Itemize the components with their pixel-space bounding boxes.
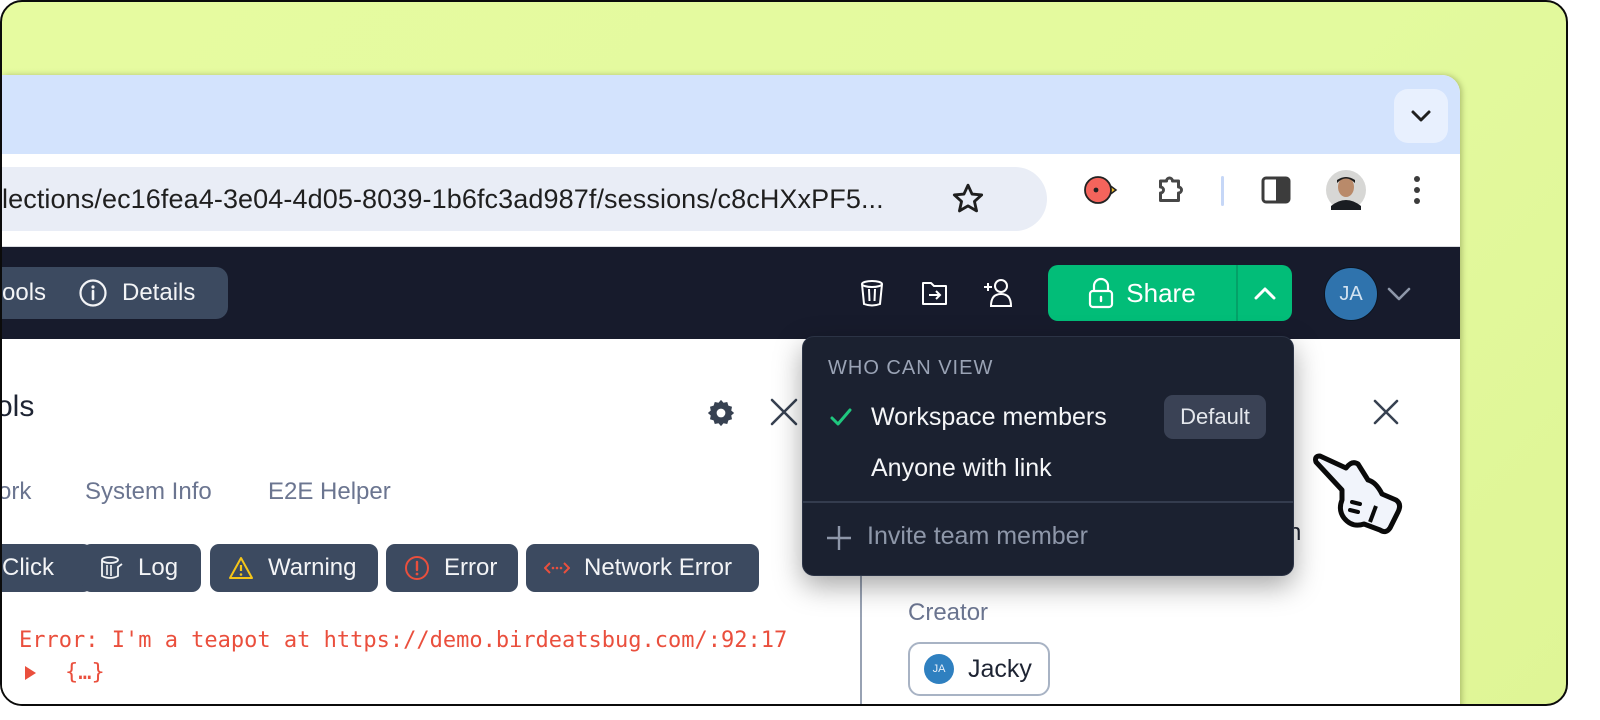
share-button-group: Share bbox=[1048, 265, 1292, 321]
tab-details[interactable]: Details bbox=[64, 267, 228, 319]
address-bar[interactable]: lections/ec16fea4-3e04-4d05-8039-1b6fc3a… bbox=[2, 167, 1047, 231]
add-collaborator-button[interactable] bbox=[982, 277, 1014, 309]
bookmark-star-icon[interactable] bbox=[950, 181, 986, 217]
default-badge: Default bbox=[1164, 395, 1266, 439]
tab-system-info[interactable]: System Info bbox=[85, 478, 212, 506]
close-devtools-icon[interactable] bbox=[768, 396, 800, 428]
filter-log-label: Log bbox=[138, 554, 179, 581]
tab-network[interactable]: ork bbox=[2, 478, 31, 506]
error-icon bbox=[405, 556, 429, 580]
bird-icon bbox=[1084, 176, 1118, 204]
invite-label: Invite team member bbox=[867, 522, 1088, 550]
filter-warning-label: Warning bbox=[268, 554, 357, 581]
side-panel-icon bbox=[1261, 176, 1291, 204]
option-label: Workspace members bbox=[871, 402, 1107, 431]
user-avatar[interactable]: JA bbox=[1324, 267, 1378, 321]
plus-icon bbox=[827, 526, 851, 550]
network-error-icon bbox=[544, 562, 570, 574]
tab-e2e-helper[interactable]: E2E Helper bbox=[268, 478, 391, 506]
log-icon bbox=[101, 556, 123, 579]
account-menu-chevron-icon[interactable] bbox=[1386, 281, 1412, 307]
invite-team-member-button[interactable]: Invite team member bbox=[803, 515, 1293, 561]
filter-network-error[interactable]: Network Error bbox=[526, 544, 759, 592]
pointer-hand-cursor-icon bbox=[1313, 453, 1403, 535]
tab-strip bbox=[2, 75, 1460, 154]
expand-triangle-icon[interactable] bbox=[23, 665, 37, 681]
close-details-icon[interactable] bbox=[1370, 396, 1402, 428]
log-object-preview: {…} bbox=[65, 660, 105, 685]
chevron-down-icon bbox=[1411, 110, 1431, 122]
tab-devtools-label: ools bbox=[2, 279, 47, 306]
user-plus-icon bbox=[984, 279, 1013, 307]
menu-heading: WHO CAN VIEW bbox=[828, 357, 994, 379]
browser-window: lections/ec16fea4-3e04-4d05-8039-1b6fc3a… bbox=[2, 75, 1460, 704]
more-vertical-icon bbox=[1414, 176, 1420, 204]
lock-icon bbox=[1089, 277, 1114, 309]
puzzle-icon bbox=[1159, 176, 1183, 202]
tab-details-label: Details bbox=[122, 279, 196, 306]
devtools-title: ols bbox=[2, 390, 35, 423]
delete-button[interactable] bbox=[856, 277, 888, 309]
side-panel-button[interactable] bbox=[1256, 170, 1296, 210]
birdeatsbug-extension-button[interactable] bbox=[1080, 170, 1120, 210]
folder-move-icon bbox=[922, 282, 947, 305]
filter-error[interactable]: Error bbox=[386, 544, 518, 592]
option-anyone-with-link[interactable]: Anyone with link bbox=[803, 445, 1293, 491]
option-label: Anyone with link bbox=[871, 453, 1052, 482]
filter-log[interactable]: Log bbox=[82, 544, 201, 592]
filter-click[interactable]: Click bbox=[2, 544, 92, 592]
screenshot-frame: lections/ec16fea4-3e04-4d05-8039-1b6fc3a… bbox=[0, 0, 1568, 706]
share-visibility-menu: WHO CAN VIEW Workspace members Default A… bbox=[802, 336, 1294, 576]
filter-warning[interactable]: Warning bbox=[210, 544, 378, 592]
profile-photo-icon bbox=[1326, 170, 1366, 210]
log-entry-error: Error: I'm a teapot at https://demo.bird… bbox=[19, 628, 788, 653]
share-label: Share bbox=[1126, 277, 1196, 308]
log-entry-object[interactable]: {…} bbox=[19, 660, 105, 685]
check-icon bbox=[830, 408, 852, 426]
tab-search-button[interactable] bbox=[1394, 89, 1448, 143]
share-options-toggle[interactable] bbox=[1238, 265, 1292, 321]
creator-name: Jacky bbox=[968, 654, 1032, 683]
url-text[interactable]: lections/ec16fea4-3e04-4d05-8039-1b6fc3a… bbox=[2, 167, 884, 231]
trash-icon bbox=[861, 280, 883, 307]
extensions-button[interactable] bbox=[1151, 170, 1191, 210]
settings-gear-icon[interactable] bbox=[706, 398, 736, 428]
browser-menu-button[interactable] bbox=[1397, 170, 1437, 210]
toolbar-divider bbox=[1221, 176, 1224, 206]
filter-error-label: Error bbox=[444, 554, 498, 581]
info-icon bbox=[79, 279, 107, 307]
devtools-panel: ols ork System Info E2E Helper Click Log… bbox=[2, 340, 862, 704]
browser-toolbar: lections/ec16fea4-3e04-4d05-8039-1b6fc3a… bbox=[2, 154, 1460, 247]
chevron-up-icon bbox=[1254, 287, 1276, 300]
user-initials: JA bbox=[1339, 282, 1363, 305]
creator-avatar: JA bbox=[924, 654, 954, 684]
share-button[interactable]: Share bbox=[1048, 265, 1238, 321]
app-header: ools Details Share JA bbox=[2, 247, 1460, 339]
creator-chip[interactable]: JA Jacky bbox=[908, 642, 1050, 696]
move-to-folder-button[interactable] bbox=[919, 277, 951, 309]
menu-divider bbox=[803, 501, 1293, 503]
filter-network-error-label: Network Error bbox=[584, 554, 733, 581]
creator-label: Creator bbox=[908, 599, 989, 626]
filter-click-label: Click bbox=[2, 554, 54, 581]
warning-icon bbox=[229, 557, 253, 579]
profile-avatar[interactable] bbox=[1326, 170, 1366, 210]
